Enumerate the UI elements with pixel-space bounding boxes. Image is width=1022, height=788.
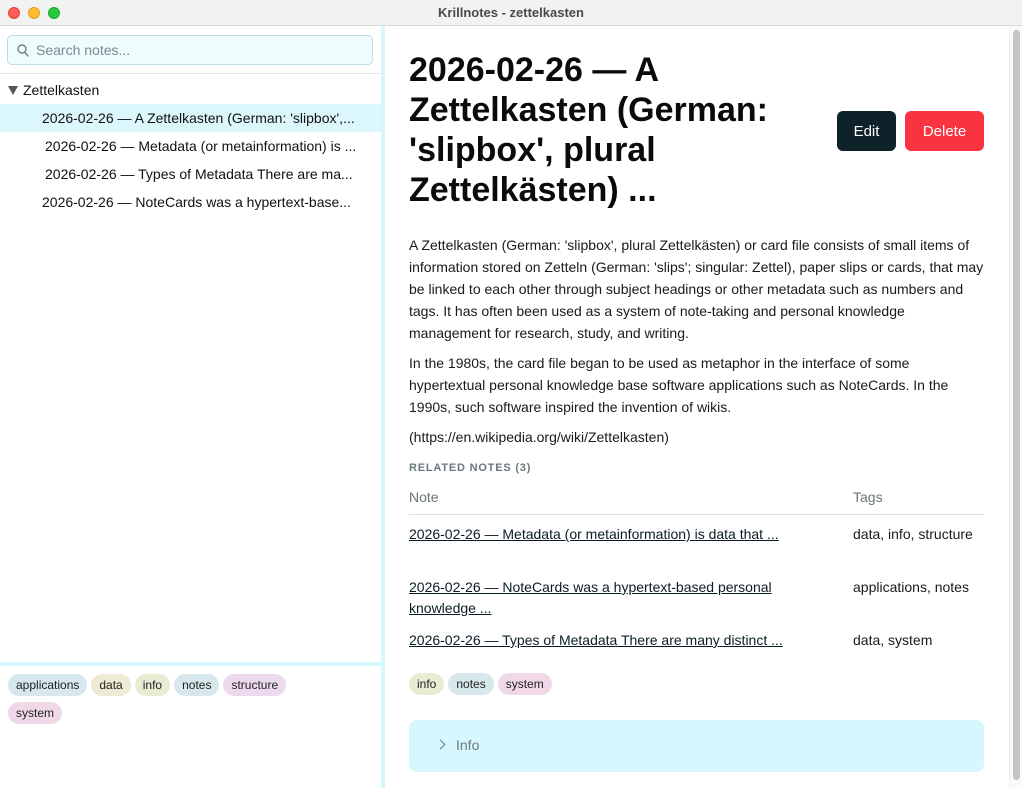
related-notes-heading: RELATED NOTES (3) xyxy=(409,462,532,474)
sidebar: Zettelkasten 2026-02-26 — A Zettelkasten… xyxy=(0,26,381,788)
column-header-tags: Tags xyxy=(853,489,883,505)
column-header-note: Note xyxy=(409,489,439,505)
title-bar: Krillnotes - zettelkasten xyxy=(0,0,1022,26)
tag-data[interactable]: data xyxy=(91,674,131,696)
table-row: 2026-02-26 — NoteCards was a hypertext-b… xyxy=(409,577,984,630)
note-tree: Zettelkasten 2026-02-26 — A Zettelkasten… xyxy=(0,76,381,216)
search-input[interactable] xyxy=(36,40,366,60)
tag-applications[interactable]: applications xyxy=(8,674,88,696)
tree-item-label: 2026-02-26 — Types of Metadata There are… xyxy=(45,166,353,182)
delete-button[interactable]: Delete xyxy=(905,111,984,151)
note-source-url: (https://en.wikipedia.org/wiki/Zettelkas… xyxy=(409,429,669,445)
tag-notes[interactable]: notes xyxy=(448,673,494,695)
main-scrollbar[interactable] xyxy=(1009,26,1022,788)
window-title: Krillnotes - zettelkasten xyxy=(438,5,584,20)
related-note-link[interactable]: 2026-02-26 — Types of Metadata There are… xyxy=(409,630,819,651)
note-tags: info notes system xyxy=(407,673,554,701)
tree-item[interactable]: 2026-02-26 — NoteCards was a hypertext-b… xyxy=(0,188,381,216)
table-row: 2026-02-26 — Metadata (or metainformatio… xyxy=(409,524,984,577)
search-bar xyxy=(0,26,381,74)
search-icon xyxy=(17,44,29,57)
related-note-tags: applications, notes xyxy=(853,579,969,595)
info-disclosure[interactable]: Info xyxy=(409,720,984,772)
tree-item[interactable]: 2026-02-26 — A Zettelkasten (German: 'sl… xyxy=(0,104,381,132)
tree-item-label: 2026-02-26 — Metadata (or metainformatio… xyxy=(45,138,357,154)
related-note-link[interactable]: 2026-02-26 — NoteCards was a hypertext-b… xyxy=(409,577,819,619)
note-body: A Zettelkasten (German: 'slipbox', plura… xyxy=(409,234,987,456)
related-note-tags: data, info, structure xyxy=(853,526,973,542)
triangle-down-icon[interactable] xyxy=(8,85,18,95)
tree-item-label: 2026-02-26 — NoteCards was a hypertext-b… xyxy=(42,194,351,210)
search-box[interactable] xyxy=(7,35,373,65)
tag-system[interactable]: system xyxy=(8,702,63,724)
tag-cloud: applications data info notes structure system xyxy=(0,662,381,788)
related-note-tags: data, system xyxy=(853,632,933,648)
tag-system[interactable]: system xyxy=(497,673,552,695)
note-paragraph: A Zettelkasten (German: 'slipbox', plura… xyxy=(409,237,984,341)
note-title: 2026-02-26 — A Zettelkasten (German: 'sl… xyxy=(409,51,768,209)
note-paragraph: In the 1980s, the card file began to be … xyxy=(409,355,949,415)
info-label: Info xyxy=(456,737,480,753)
tag-structure[interactable]: structure xyxy=(223,674,287,696)
table-row: 2026-02-26 — Types of Metadata There are… xyxy=(409,630,984,660)
chevron-right-icon xyxy=(435,739,446,750)
tag-info[interactable]: info xyxy=(409,673,445,695)
tag-notes[interactable]: notes xyxy=(174,674,220,696)
tree-item-label: 2026-02-26 — A Zettelkasten (German: 'sl… xyxy=(42,110,355,126)
tree-root-label: Zettelkasten xyxy=(23,82,100,98)
tree-item[interactable]: 2026-02-26 — Metadata (or metainformatio… xyxy=(0,132,381,160)
related-notes-table: Note Tags 2026-02-26 — Metadata (or meta… xyxy=(409,482,984,660)
tree-root-zettelkasten[interactable]: Zettelkasten xyxy=(0,76,381,104)
tag-info[interactable]: info xyxy=(134,674,171,696)
note-view: 2026-02-26 — A Zettelkasten (German: 'sl… xyxy=(385,26,1009,788)
tree-item[interactable]: 2026-02-26 — Types of Metadata There are… xyxy=(0,160,381,188)
related-note-link[interactable]: 2026-02-26 — Metadata (or metainformatio… xyxy=(409,524,819,545)
table-header: Note Tags xyxy=(409,482,984,515)
scrollbar-thumb[interactable] xyxy=(1013,30,1020,780)
edit-button[interactable]: Edit xyxy=(837,111,896,151)
